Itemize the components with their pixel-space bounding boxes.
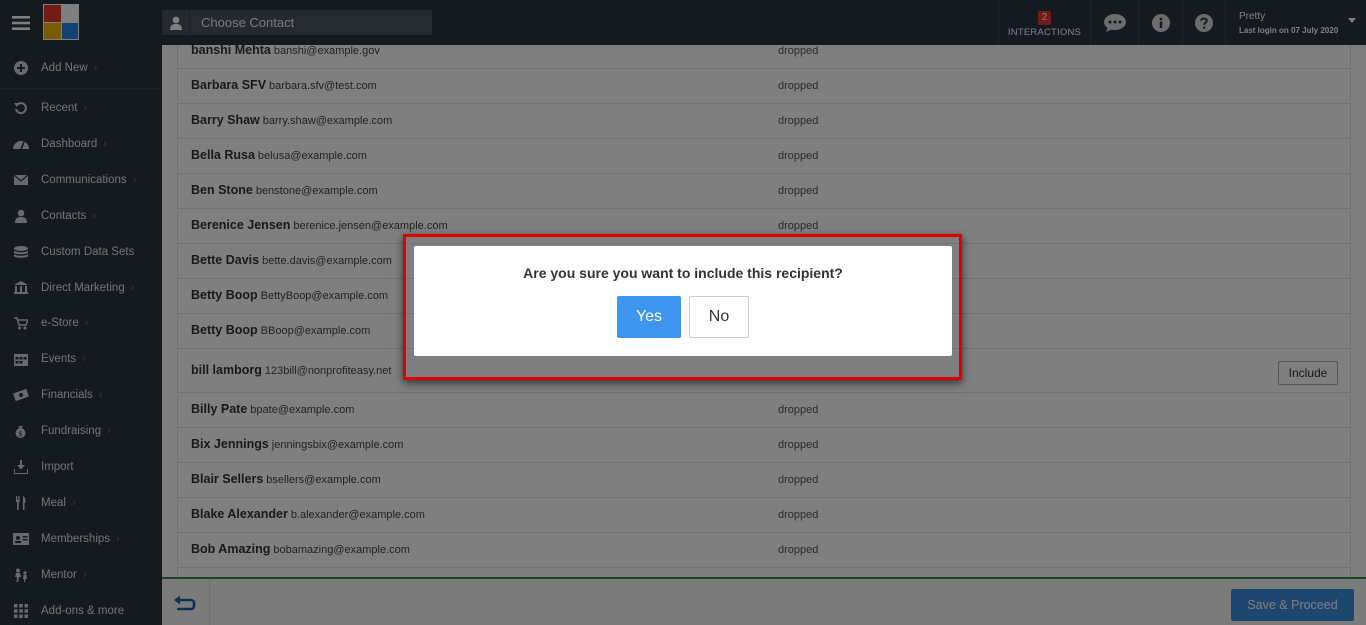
confirm-include-dialog: Are you sure you want to include this re… [414,246,952,356]
yes-button[interactable]: Yes [617,296,681,338]
dialog-message: Are you sure you want to include this re… [523,265,843,281]
no-button[interactable]: No [689,296,749,338]
